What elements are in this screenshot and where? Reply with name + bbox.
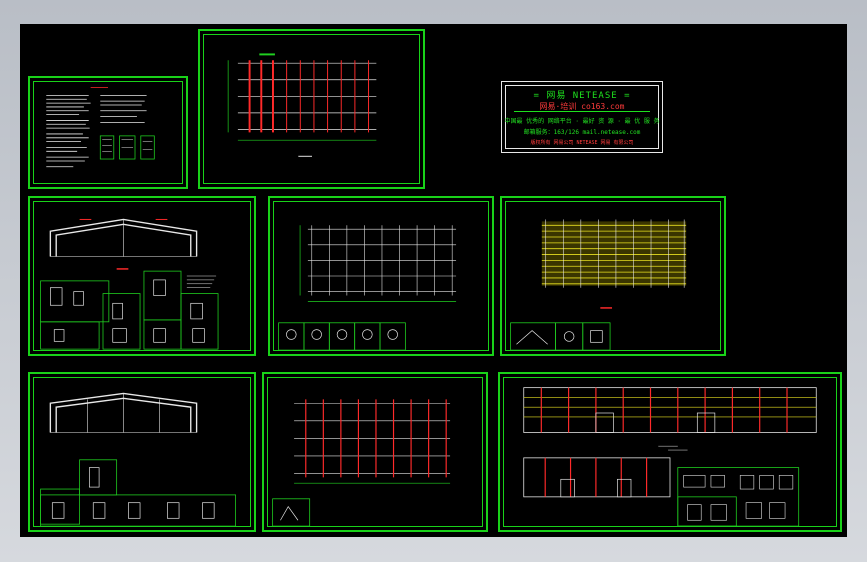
roof-support-plan-drawing xyxy=(272,399,451,527)
title-block-line3: 中国最 优秀的 网络平台 · 最好 资 源 · 最 优 服 务 xyxy=(504,118,660,125)
sheet-portal-frame-b[interactable] xyxy=(28,372,256,532)
sheet-elevations[interactable] xyxy=(498,372,842,532)
title-block-line2: 网易·培训 co163.com xyxy=(539,102,625,111)
portal-frame-b-drawing xyxy=(40,392,236,527)
sheet-design-notes[interactable] xyxy=(28,76,188,189)
title-block-heading: = 网易 NETEASE = xyxy=(533,91,631,101)
design-notes-drawing xyxy=(46,87,155,168)
foundation-plan-drawing xyxy=(278,225,457,351)
elevations-drawing xyxy=(523,387,817,527)
cad-drawing-canvas[interactable]: = 网易 NETEASE = 网易·培训 co163.com 中国最 优秀的 网… xyxy=(20,24,847,537)
roof-purlin-plan-drawing xyxy=(510,219,687,351)
sheet-portal-frame-a[interactable] xyxy=(28,196,256,356)
sheet-foundation-plan[interactable] xyxy=(268,196,494,356)
sheet-roof-support-plan[interactable] xyxy=(262,372,488,532)
sheet-roof-purlin-plan[interactable] xyxy=(500,196,726,356)
portal-frame-a-drawing xyxy=(40,218,219,350)
column-layout-plan-drawing xyxy=(227,53,377,157)
title-block-line5: 版权所有 网易公司 NETEASE 网易 有限公司 xyxy=(530,140,634,146)
title-block-line4: 邮箱服务：163/126 mail.netease.com xyxy=(523,129,641,136)
sheet-column-layout-plan[interactable] xyxy=(198,29,425,189)
title-block: = 网易 NETEASE = 网易·培训 co163.com 中国最 优秀的 网… xyxy=(501,81,663,153)
